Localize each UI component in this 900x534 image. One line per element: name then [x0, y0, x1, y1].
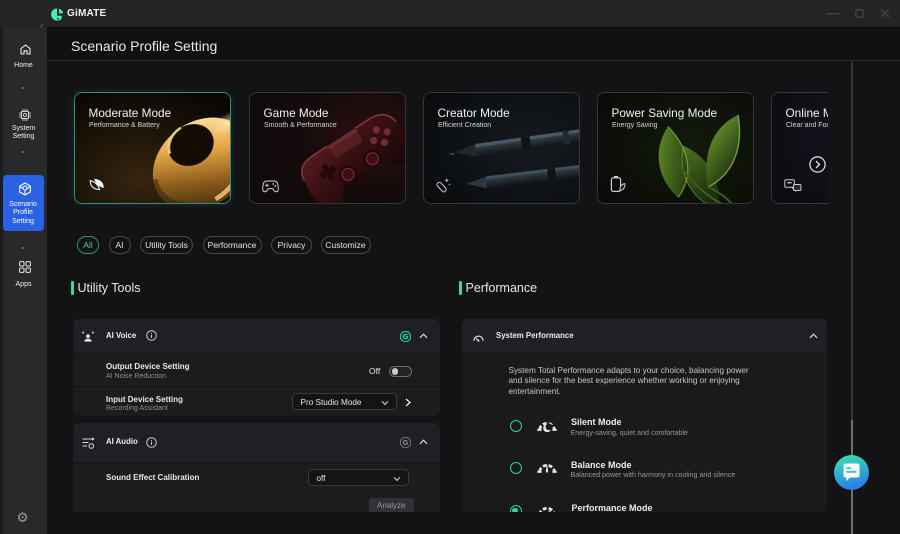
svg-text:G: G — [403, 440, 409, 447]
svg-text:G: G — [403, 334, 409, 341]
